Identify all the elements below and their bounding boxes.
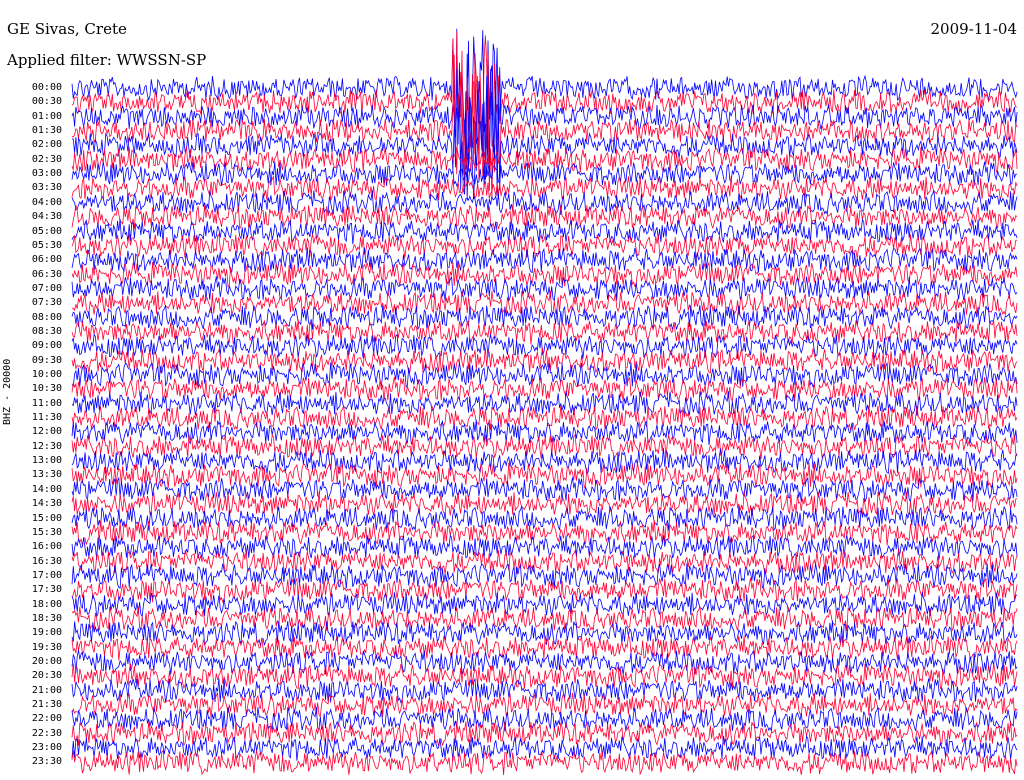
trace-row-1700 (71, 563, 1018, 589)
row-label-1030: 10:30 (31, 383, 62, 395)
row-label-0330: 03:30 (31, 182, 62, 194)
trace-row-1130 (71, 405, 1018, 431)
row-label-1330: 13:30 (31, 469, 62, 481)
row-label-2130: 21:30 (31, 699, 62, 711)
row-label-2200: 22:00 (31, 713, 62, 725)
row-label-2000: 20:00 (31, 656, 62, 667)
row-label-0830: 08:30 (31, 325, 62, 337)
row-label-1830: 18:30 (31, 612, 62, 624)
trace-row-0030 (71, 31, 1018, 175)
row-label-1300: 13:00 (31, 455, 62, 467)
row-label-1730: 17:30 (31, 584, 62, 596)
trace-row-1330 (71, 462, 1018, 489)
row-label-1500: 15:00 (31, 512, 62, 524)
row-label-2230: 22:30 (31, 727, 62, 739)
row-label-1700: 17:00 (31, 569, 62, 581)
row-label-0430: 04:30 (31, 211, 62, 223)
row-label-0630: 06:30 (31, 268, 62, 280)
trace-row-2330 (71, 749, 1018, 776)
row-label-0730: 07:30 (31, 297, 62, 309)
row-label-0930: 09:30 (31, 354, 62, 366)
row-label-2330: 23:30 (31, 756, 62, 768)
trace-row-1300 (71, 447, 1018, 475)
trace-row-2230 (71, 721, 1018, 747)
row-label-1900: 19:00 (31, 627, 62, 639)
time-axis: 00:00 00:30 01:00 01:30 02:00 02:30 03:00 03:30… (0, 0, 72, 780)
row-label-1100: 11:00 (31, 397, 62, 409)
row-label-0200: 02:00 (31, 139, 62, 151)
trace-row-1630 (71, 548, 1018, 575)
row-label-0700: 07:00 (31, 282, 62, 294)
row-label-0230: 02:30 (31, 153, 62, 165)
row-label-0530: 05:30 (31, 239, 62, 251)
row-label-0400: 04:00 (31, 196, 62, 208)
row-label-0800: 08:00 (31, 311, 62, 323)
row-label-1200: 12:00 (31, 426, 62, 438)
trace-row-0100 (71, 47, 1018, 191)
row-label-1230: 12:30 (31, 440, 62, 452)
trace-row-0000 (71, 28, 1018, 156)
row-label-1630: 16:30 (31, 555, 62, 567)
row-label-1130: 11:30 (31, 412, 62, 424)
trace-row-1800 (71, 591, 1018, 618)
row-label-0000: 00:00 (31, 82, 62, 93)
trace-row-0230 (71, 146, 1018, 173)
row-label-1600: 16:00 (31, 541, 62, 553)
row-label-0300: 03:00 (31, 168, 62, 180)
row-label-0030: 00:30 (31, 96, 62, 108)
row-label-1800: 18:00 (31, 598, 62, 610)
row-label-2030: 20:30 (31, 670, 62, 682)
row-label-1400: 14:00 (31, 483, 62, 495)
trace-row-0400 (71, 190, 1018, 216)
row-label-1430: 14:30 (31, 498, 62, 510)
row-label-0100: 01:00 (31, 110, 62, 122)
row-label-1530: 15:30 (31, 526, 62, 538)
trace-row-0730 (71, 290, 1018, 316)
trace-row-1400 (71, 476, 1018, 503)
row-label-1000: 10:00 (31, 369, 62, 380)
row-label-2300: 23:00 (31, 742, 62, 754)
row-label-0600: 06:00 (31, 254, 62, 266)
seismogram-plot (71, 28, 1018, 776)
trace-row-1830 (71, 606, 1018, 632)
row-label-2100: 21:00 (31, 684, 62, 696)
row-label-0900: 09:00 (31, 340, 62, 352)
row-label-1930: 19:30 (31, 641, 62, 653)
trace-row-0430 (71, 204, 1018, 230)
trace-row-1000 (71, 361, 1018, 388)
row-label-0500: 05:00 (31, 225, 62, 237)
row-label-0130: 01:30 (31, 125, 62, 137)
